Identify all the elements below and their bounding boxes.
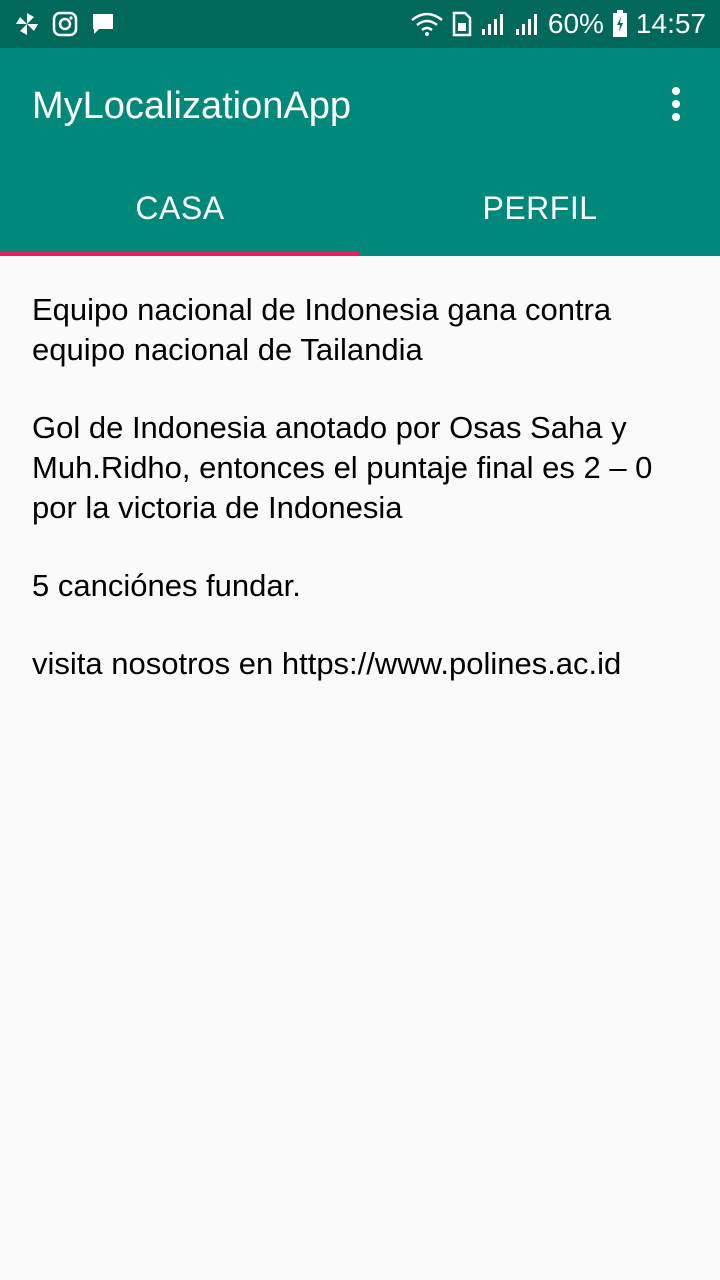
news-body: Gol de Indonesia anotado por Osas Saha y…	[32, 410, 653, 525]
battery-percentage: 60%	[547, 8, 604, 39]
battery-icon	[612, 10, 628, 38]
news-headline: Equipo nacional de Indonesia gana contra…	[32, 292, 612, 367]
selected-tab-indicator	[0, 252, 360, 256]
tab-casa-label: CASA	[135, 189, 225, 226]
signal-icon-1	[480, 11, 506, 37]
instagram-icon	[52, 11, 78, 37]
chat-icon	[90, 11, 116, 37]
overflow-menu-button[interactable]	[656, 84, 696, 128]
clock: 14:57	[635, 8, 706, 39]
songs-text: 5 canciónes fundar.	[32, 568, 301, 603]
status-bar: 60% 14:57	[0, 0, 720, 48]
visit-text: visita nosotros en https://www.polines.a…	[32, 646, 622, 681]
notification-icons	[14, 11, 116, 37]
tab-perfil[interactable]: PERFIL	[360, 160, 720, 256]
home-content: Equipo nacional de Indonesia gana contra…	[32, 290, 688, 722]
overflow-menu-icon	[671, 86, 681, 127]
sim-icon	[452, 11, 472, 37]
tab-bar: CASA PERFIL	[0, 160, 720, 256]
signal-icon-2	[514, 11, 540, 37]
wifi-icon	[410, 11, 444, 37]
pinwheel-icon	[14, 11, 40, 37]
system-status: 60% 14:57	[410, 10, 706, 38]
tab-perfil-label: PERFIL	[482, 189, 598, 226]
tab-casa[interactable]: CASA	[0, 160, 360, 256]
app-bar: MyLocalizationApp CASA PERFIL	[0, 48, 720, 256]
app-title: MyLocalizationApp	[32, 85, 351, 127]
